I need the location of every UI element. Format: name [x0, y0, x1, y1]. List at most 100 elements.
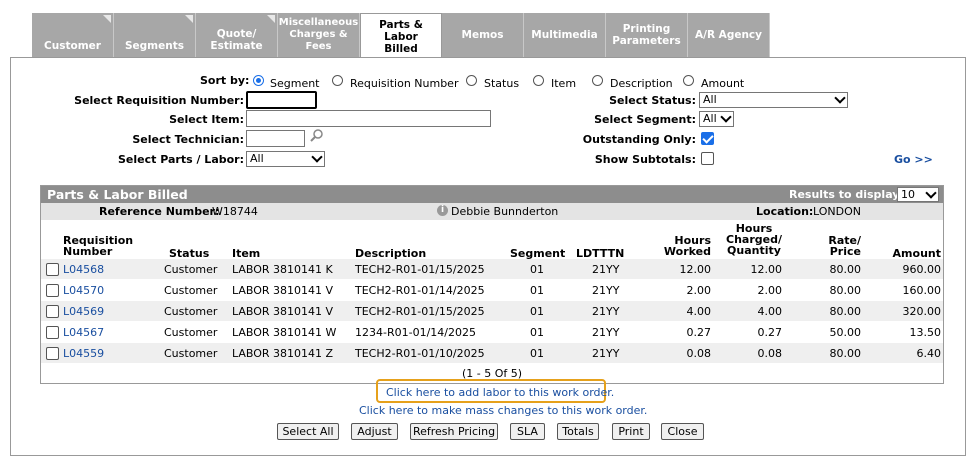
sort-by-label: Sort by: — [200, 74, 250, 87]
row-rate: 80.00 — [829, 263, 862, 276]
segment-select[interactable]: All — [699, 111, 734, 127]
outstanding-only-checkbox[interactable] — [701, 132, 714, 145]
row-hours-charged: 12.00 — [750, 263, 783, 276]
select-all-button[interactable]: Select All — [277, 423, 339, 440]
sort-description-label: Description — [610, 77, 673, 90]
chevron-down-icon — [720, 111, 732, 123]
sort-item-label: Item — [551, 77, 577, 90]
row-amount: 160.00 — [902, 284, 942, 297]
requisition-link[interactable]: L04570 — [63, 284, 104, 297]
chevron-down-icon — [834, 92, 846, 104]
requisition-link[interactable]: L04559 — [63, 347, 104, 360]
row-item: LABOR 3810141 V — [232, 305, 334, 318]
requisition-link[interactable]: L04568 — [63, 263, 104, 276]
location-value: LONDON — [813, 205, 861, 218]
status-select[interactable]: All — [699, 92, 848, 108]
row-hours-worked: 2.00 — [686, 284, 712, 297]
row-segment: 01 — [530, 305, 544, 318]
tab-printing-parameters[interactable]: Printing Parameters — [606, 13, 688, 57]
search-icon[interactable] — [310, 128, 324, 142]
row-hours-charged: 4.00 — [757, 305, 783, 318]
tab-multimedia[interactable]: Multimedia — [524, 13, 606, 57]
chevron-down-icon — [311, 151, 323, 163]
tab-customer[interactable]: Customer — [32, 13, 114, 57]
row-item: LABOR 3810141 Z — [232, 347, 334, 360]
sort-requisition-radio[interactable] — [332, 75, 343, 86]
requisition-link[interactable]: L04569 — [63, 305, 104, 318]
row-ldtttn: 21YY — [592, 263, 620, 276]
tab-parts-labor-billed[interactable]: Parts & Labor Billed — [360, 13, 442, 59]
row-description: TECH2-R01-01/15/2025 — [355, 263, 485, 276]
print-button[interactable]: Print — [612, 423, 650, 440]
row-checkbox[interactable] — [46, 347, 59, 360]
row-checkbox[interactable] — [46, 263, 59, 276]
row-ldtttn: 21YY — [592, 326, 620, 339]
row-status: Customer — [164, 284, 218, 297]
row-hours-worked: 12.00 — [679, 263, 712, 276]
row-item: LABOR 3810141 W — [232, 326, 337, 339]
show-subtotals-label: Show Subtotals: — [594, 153, 696, 166]
add-labor-link[interactable]: Click here to add labor to this work ord… — [386, 386, 614, 399]
row-segment: 01 — [530, 263, 544, 276]
reference-bar: Reference Number: W18744 i Debbie Bunnde… — [41, 203, 943, 220]
row-hours-charged: 0.27 — [757, 326, 783, 339]
sort-segment-label: Segment — [270, 77, 320, 90]
tab-quote-estimate[interactable]: Quote/ Estimate — [196, 13, 278, 57]
item-input[interactable] — [246, 110, 491, 127]
row-description: TECH2-R01-01/10/2025 — [355, 347, 485, 360]
row-rate: 80.00 — [829, 284, 862, 297]
table-row: L04567 Customer LABOR 3810141 W 1234-R01… — [41, 322, 943, 342]
row-hours-charged: 0.08 — [757, 347, 783, 360]
sort-status-radio[interactable] — [466, 75, 477, 86]
mass-change-link[interactable]: Click here to make mass changes to this … — [359, 404, 647, 417]
row-amount: 320.00 — [902, 305, 942, 318]
requisition-link[interactable]: L04567 — [63, 326, 104, 339]
tab-ar-agency[interactable]: A/R Agency — [688, 13, 770, 57]
row-hours-worked: 4.00 — [686, 305, 712, 318]
row-description: 1234-R01-01/14/2025 — [355, 326, 476, 339]
row-checkbox[interactable] — [46, 305, 59, 318]
row-status: Customer — [164, 326, 218, 339]
sort-requisition-label: Requisition Number — [350, 77, 459, 90]
parts-labor-label: Select Parts / Labor: — [117, 153, 244, 166]
row-description: TECH2-R01-01/14/2025 — [355, 284, 485, 297]
grid-header: Parts & Labor Billed Results to display:… — [41, 186, 943, 203]
row-rate: 80.00 — [829, 347, 862, 360]
row-hours-charged: 2.00 — [757, 284, 783, 297]
col-rate-price: Rate/ Price — [828, 234, 861, 258]
info-icon[interactable]: i — [437, 205, 448, 216]
results-select[interactable]: 10 — [897, 187, 939, 202]
table-row: L04559 Customer LABOR 3810141 Z TECH2-R0… — [41, 343, 943, 363]
requisition-number-input[interactable] — [246, 91, 317, 109]
table-row: L04570 Customer LABOR 3810141 V TECH2-R0… — [41, 280, 943, 300]
chevron-down-icon — [925, 187, 937, 199]
show-subtotals-checkbox[interactable] — [701, 152, 714, 165]
table-row: L04569 Customer LABOR 3810141 V TECH2-R0… — [41, 301, 943, 321]
sort-amount-radio[interactable] — [683, 75, 694, 86]
sort-description-radio[interactable] — [592, 75, 603, 86]
parts-labor-grid: Parts & Labor Billed Results to display:… — [40, 185, 944, 384]
row-checkbox[interactable] — [46, 326, 59, 339]
sla-button[interactable]: SLA — [510, 423, 545, 440]
adjust-button[interactable]: Adjust — [351, 423, 398, 440]
row-checkbox[interactable] — [46, 284, 59, 297]
close-button[interactable]: Close — [661, 423, 704, 440]
sort-segment-radio[interactable] — [253, 75, 264, 86]
technician-input[interactable] — [246, 130, 305, 147]
row-rate: 50.00 — [829, 326, 862, 339]
row-ldtttn: 21YY — [592, 347, 620, 360]
row-segment: 01 — [530, 347, 544, 360]
tab-segments[interactable]: Segments — [114, 13, 196, 57]
tab-miscellaneous-charges[interactable]: Miscellaneous Charges & Fees — [278, 13, 360, 57]
go-link[interactable]: Go >> — [894, 153, 933, 166]
tab-memos[interactable]: Memos — [442, 13, 524, 57]
parts-labor-select[interactable]: All — [246, 151, 325, 167]
row-description: TECH2-R01-01/15/2025 — [355, 305, 485, 318]
sort-amount-label: Amount — [701, 77, 745, 90]
requisition-number-label: Select Requisition Number: — [74, 94, 244, 107]
sort-item-radio[interactable] — [533, 75, 544, 86]
refresh-pricing-button[interactable]: Refresh Pricing — [410, 423, 498, 440]
totals-button[interactable]: Totals — [557, 423, 599, 440]
table-row: L04568 Customer LABOR 3810141 K TECH2-R0… — [41, 259, 943, 279]
location-label: Location: — [756, 205, 814, 218]
